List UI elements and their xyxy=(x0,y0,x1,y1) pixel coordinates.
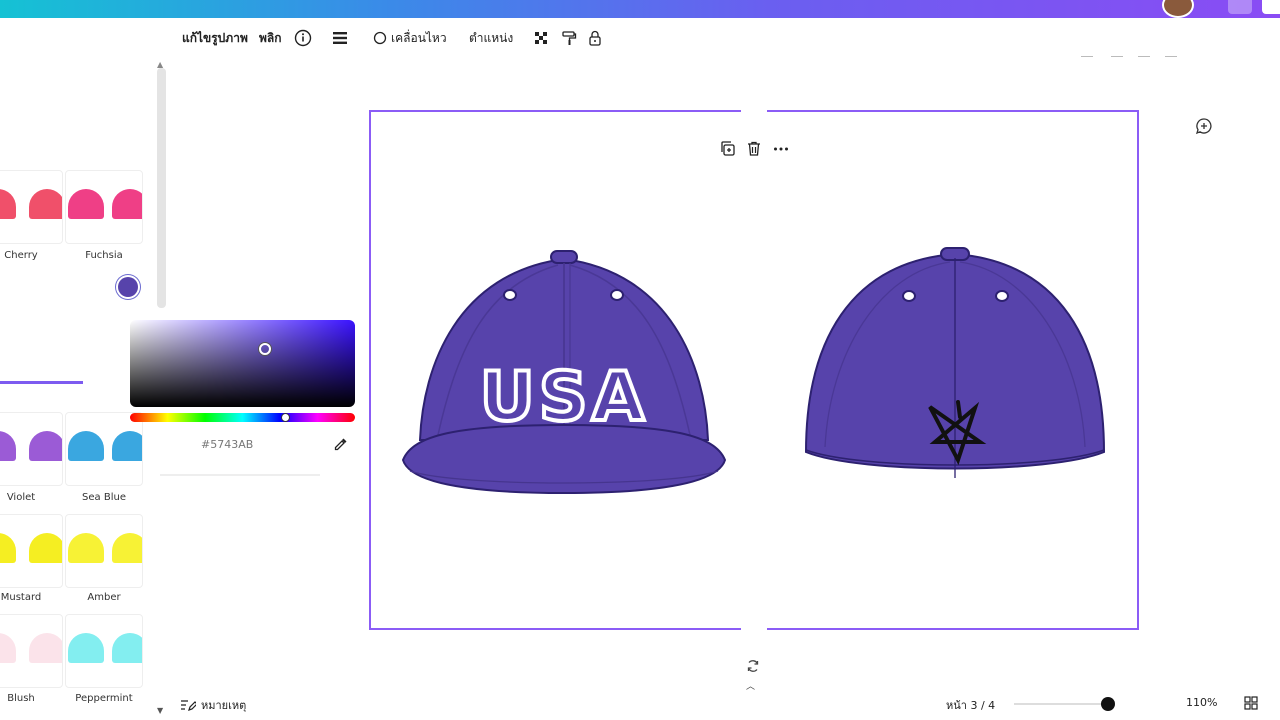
variant-tile-violet[interactable] xyxy=(0,412,63,486)
cap-thumb xyxy=(112,533,142,563)
transparency-icon[interactable] xyxy=(534,26,548,50)
variant-label: Sea Blue xyxy=(82,492,126,503)
notes-icon xyxy=(181,700,196,711)
zoom-slider-knob[interactable] xyxy=(1101,697,1115,711)
cap-thumb xyxy=(0,633,16,663)
menu-button[interactable] xyxy=(1228,0,1252,14)
variant-tile-fuchsia[interactable] xyxy=(65,170,143,244)
share-button[interactable] xyxy=(1262,0,1280,14)
hex-value-field[interactable]: #5743AB xyxy=(201,438,253,451)
variant-label: Mustard xyxy=(0,592,42,603)
cap-thumb xyxy=(29,633,62,663)
animate-icon xyxy=(373,31,387,45)
lock-icon[interactable] xyxy=(588,26,602,50)
info-icon[interactable] xyxy=(294,26,312,50)
cap-thumb xyxy=(29,431,62,461)
variant-tile-amber[interactable] xyxy=(65,514,143,588)
variant-tile-peppermint[interactable] xyxy=(65,614,143,688)
edit-image-button[interactable]: แก้ไขรูปภาพ xyxy=(182,26,248,50)
animate-label: เคลื่อนไหว xyxy=(391,30,447,45)
cap-thumb xyxy=(68,189,104,219)
panel-scrollbar[interactable] xyxy=(157,68,166,308)
hue-knob[interactable] xyxy=(281,413,290,422)
selected-color-swatch[interactable] xyxy=(118,277,138,297)
top-bar xyxy=(0,0,1280,18)
notes-button[interactable]: หมายเหตุ xyxy=(180,696,246,714)
divider xyxy=(1138,56,1150,57)
cap-thumb xyxy=(68,533,104,563)
grid-view-icon[interactable] xyxy=(1244,696,1258,710)
divider xyxy=(160,474,320,476)
cap-thumb xyxy=(0,431,16,461)
avatar[interactable] xyxy=(1162,0,1194,18)
divider xyxy=(1111,56,1123,57)
bottom-bar: หมายเหตุ หน้า 3 / 4 110% xyxy=(0,690,1280,720)
flip-button[interactable]: พลิก xyxy=(259,26,282,50)
cap-thumb xyxy=(29,189,62,219)
cap-thumb xyxy=(112,633,142,663)
variant-label: Amber xyxy=(87,592,121,603)
notes-label: หมายเหตุ xyxy=(201,699,247,712)
cap-thumb xyxy=(68,633,104,663)
variant-label: Cherry xyxy=(4,250,38,261)
position-button[interactable]: ตำแหน่ง xyxy=(469,26,513,50)
variant-tile-cherry[interactable] xyxy=(0,170,63,244)
add-comment-icon[interactable] xyxy=(1194,116,1214,140)
paint-roller-icon[interactable] xyxy=(561,26,577,50)
eyedropper-icon[interactable] xyxy=(333,436,349,456)
cap-thumb xyxy=(29,533,62,563)
variant-label: Fuchsia xyxy=(85,250,123,261)
variant-tile-mustard[interactable] xyxy=(0,514,63,588)
resize-handle[interactable] xyxy=(741,107,767,113)
saturation-knob[interactable] xyxy=(259,343,271,355)
cap-thumb xyxy=(112,189,142,219)
cap-thumb xyxy=(0,533,16,563)
variant-tile-sea-blue[interactable] xyxy=(65,412,143,486)
variant-label: Violet xyxy=(6,492,36,503)
scroll-up-icon[interactable]: ▲ xyxy=(157,60,163,69)
resize-handle[interactable] xyxy=(741,627,767,633)
refresh-icon[interactable] xyxy=(746,658,760,677)
cap-thumb xyxy=(0,189,16,219)
cap-thumb xyxy=(68,431,104,461)
color-saturation-picker[interactable] xyxy=(130,320,355,407)
page-indicator[interactable]: หน้า 3 / 4 xyxy=(946,696,995,714)
cap-front-image[interactable]: USA xyxy=(398,245,730,500)
divider xyxy=(1165,56,1177,57)
hue-slider[interactable] xyxy=(130,413,355,422)
cap-thumb xyxy=(112,431,142,461)
layers-icon[interactable] xyxy=(332,26,348,50)
cap-back-image[interactable] xyxy=(800,242,1110,487)
more-options-icon[interactable] xyxy=(773,140,789,161)
animate-button[interactable]: เคลื่อนไหว xyxy=(373,26,447,50)
trash-icon[interactable] xyxy=(746,140,762,161)
duplicate-icon[interactable] xyxy=(719,140,736,161)
zoom-level[interactable]: 110% xyxy=(1186,696,1217,709)
divider xyxy=(1081,56,1093,57)
zoom-slider[interactable] xyxy=(1014,703,1108,705)
variant-tile-blush[interactable] xyxy=(0,614,63,688)
active-tab-indicator xyxy=(0,381,83,384)
